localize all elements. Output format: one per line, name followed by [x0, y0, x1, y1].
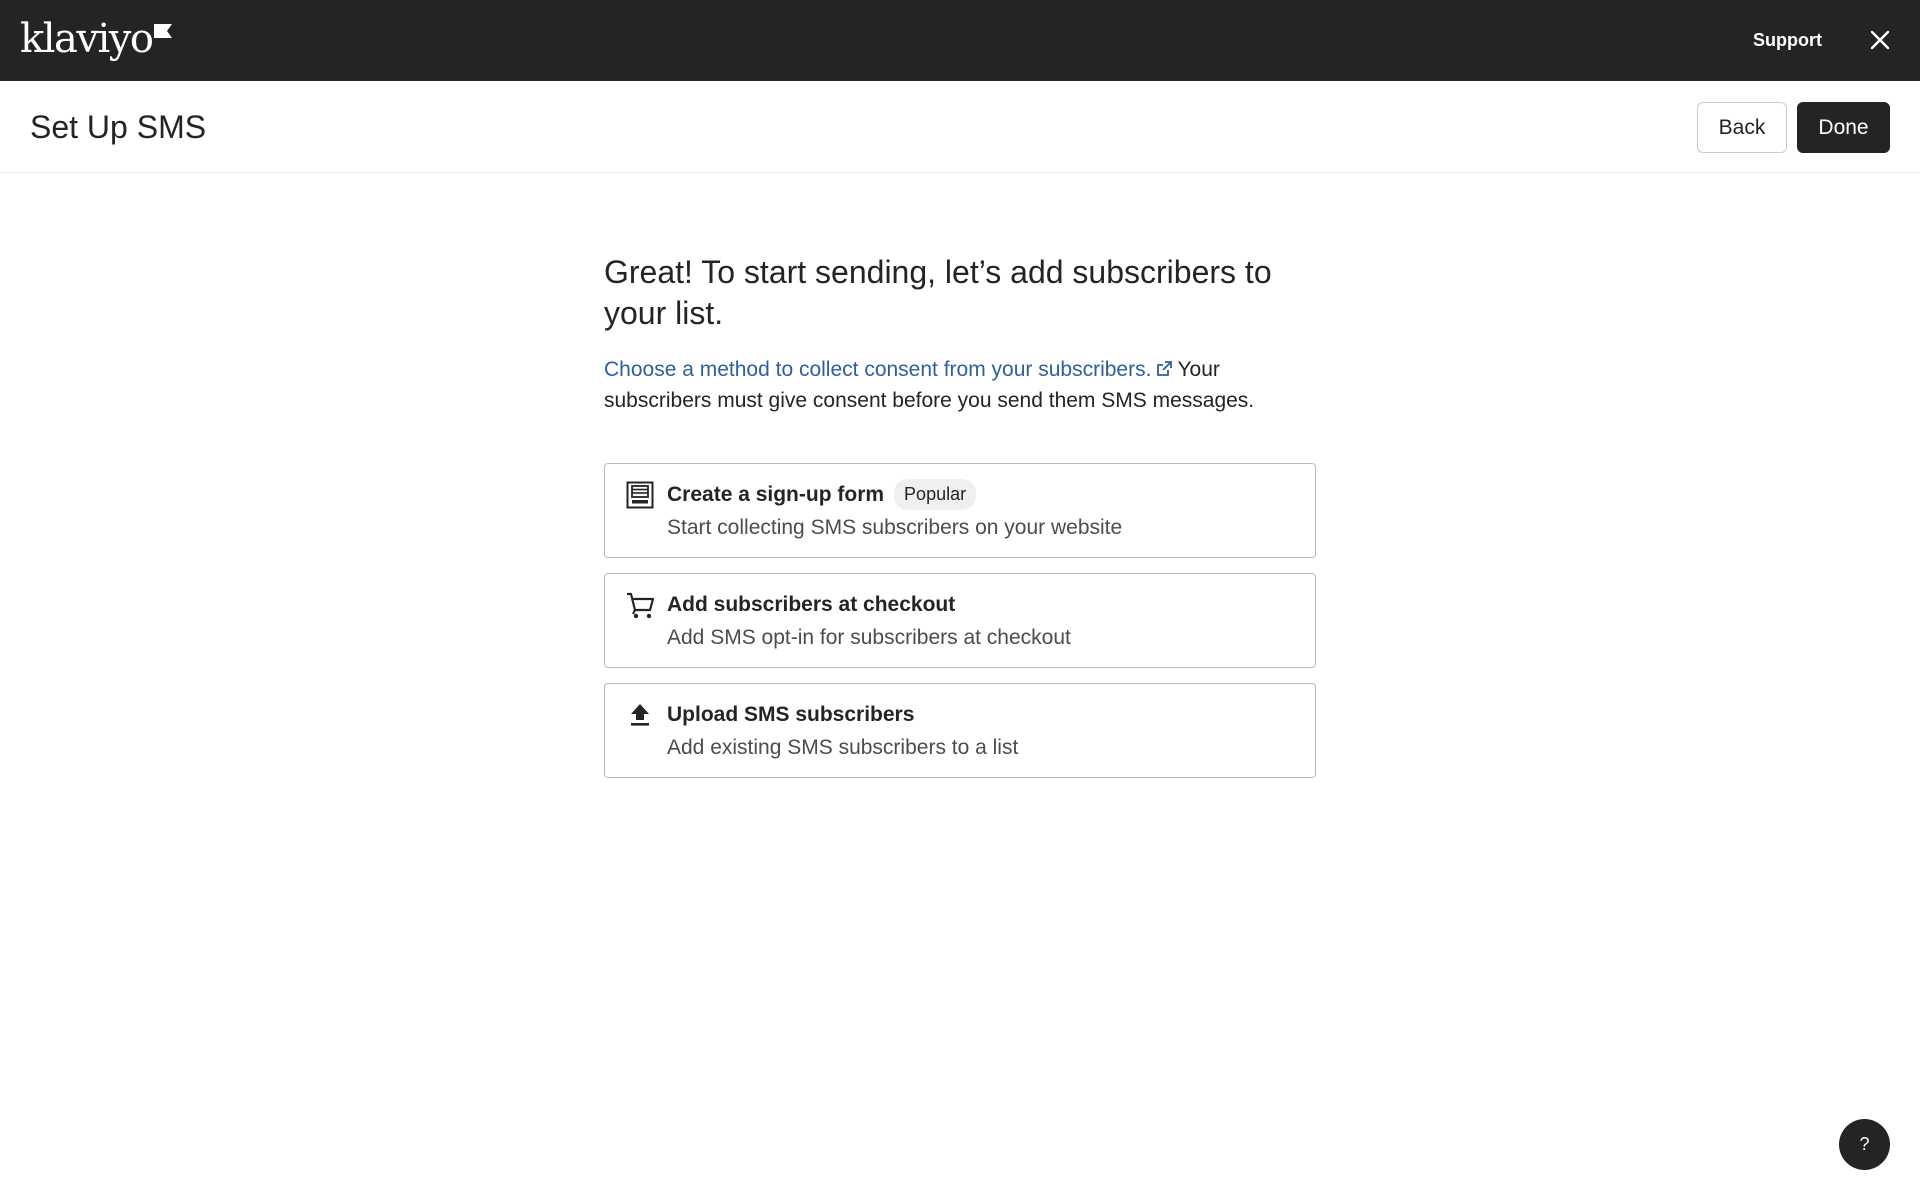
option-description: Add SMS opt-in for subscribers at checko…: [667, 626, 1071, 649]
option-upload-sms-subscribers[interactable]: Upload SMS subscribers Add existing SMS …: [604, 683, 1316, 778]
consent-intro: Choose a method to collect consent from …: [604, 354, 1316, 416]
option-title: Add subscribers at checkout: [667, 592, 956, 616]
close-icon: [1870, 30, 1890, 50]
klaviyo-logo[interactable]: klaviyo: [20, 14, 173, 64]
done-button[interactable]: Done: [1797, 102, 1890, 153]
form-icon: [625, 480, 655, 510]
main-content: Great! To start sending, let’s add subsc…: [604, 252, 1316, 793]
option-add-subscribers-checkout[interactable]: Add subscribers at checkout Add SMS opt-…: [604, 573, 1316, 668]
upload-icon: [625, 700, 655, 730]
consent-link-text: Choose a method to collect consent from …: [604, 358, 1152, 381]
headline: Great! To start sending, let’s add subsc…: [604, 254, 1272, 331]
option-title: Create a sign-up form: [667, 482, 885, 506]
popular-badge: Popular: [894, 479, 977, 510]
page-title: Set Up SMS: [30, 109, 207, 145]
help-button[interactable]: ?: [1839, 1119, 1890, 1170]
option-description: Start collecting SMS subscribers on your…: [667, 516, 1123, 539]
support-link[interactable]: Support: [1753, 28, 1822, 52]
option-list: Create a sign-up form Popular Start coll…: [604, 463, 1316, 778]
option-title: Upload SMS subscribers: [667, 702, 915, 726]
option-title-row: Upload SMS subscribers: [667, 699, 914, 730]
option-title-row: Create a sign-up form Popular: [667, 479, 977, 510]
logo-text: klaviyo: [20, 16, 154, 62]
shopping-cart-icon: [625, 590, 655, 620]
close-button[interactable]: [1866, 26, 1894, 54]
klaviyo-flag-icon: [154, 24, 173, 38]
back-button[interactable]: Back: [1697, 102, 1787, 153]
external-link-icon: [1157, 361, 1173, 376]
option-create-signup-form[interactable]: Create a sign-up form Popular Start coll…: [604, 463, 1316, 558]
page-header: Set Up SMS Back Done: [0, 81, 1920, 173]
option-description: Add existing SMS subscribers to a list: [667, 736, 1019, 759]
top-bar: klaviyo Support: [0, 0, 1920, 81]
consent-method-link[interactable]: Choose a method to collect consent from …: [604, 358, 1177, 381]
option-title-row: Add subscribers at checkout: [667, 589, 955, 620]
